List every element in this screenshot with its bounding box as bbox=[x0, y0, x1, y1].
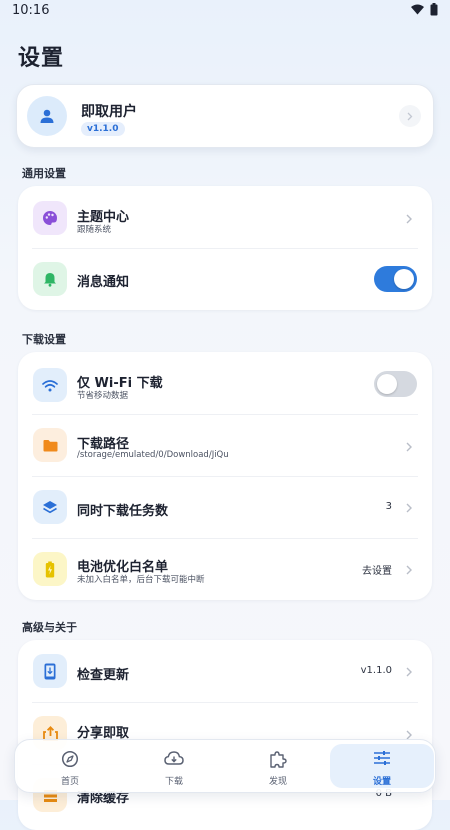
section-header-download: 下载设置 bbox=[22, 333, 66, 346]
sliders-icon bbox=[330, 750, 434, 766]
status-time: 10:16 bbox=[12, 3, 50, 18]
download-path-row[interactable]: 下载路径 /storage/emulated/0/Download/JiQu bbox=[18, 414, 432, 476]
wifi-only-subtitle: 节省移动数据 bbox=[77, 391, 129, 401]
section-header-advanced: 高级与关于 bbox=[22, 621, 77, 634]
avatar bbox=[27, 96, 67, 136]
concurrent-tasks-value: 3 bbox=[385, 501, 392, 512]
battery-whitelist-action: 去设置 bbox=[362, 566, 392, 577]
notification-row: 消息通知 bbox=[18, 248, 432, 310]
notification-title: 消息通知 bbox=[77, 275, 130, 290]
bell-icon bbox=[33, 262, 67, 296]
palette-icon bbox=[33, 201, 67, 235]
puzzle-icon bbox=[226, 750, 330, 768]
profile-name: 即取用户 bbox=[81, 104, 137, 120]
chevron-right-icon bbox=[407, 112, 413, 120]
battery-whitelist-row[interactable]: 电池优化白名单 未加入白名单，后台下载可能中断 去设置 bbox=[18, 538, 432, 600]
battery-icon bbox=[430, 3, 438, 16]
page-title: 设置 bbox=[18, 46, 65, 71]
profile-chevron-button[interactable] bbox=[399, 105, 421, 127]
bottom-nav: 首页 下载 发现 设置 bbox=[14, 739, 436, 793]
chevron-right-icon bbox=[406, 503, 412, 513]
chevron-right-icon bbox=[406, 667, 412, 677]
wifi-only-row: 仅 Wi-Fi 下载 节省移动数据 bbox=[18, 352, 432, 414]
check-update-title: 检查更新 bbox=[77, 668, 130, 683]
download-settings-card: 仅 Wi-Fi 下载 节省移动数据 下载路径 /storage/emulated… bbox=[18, 352, 432, 600]
nav-download[interactable]: 下载 bbox=[122, 744, 226, 788]
chevron-right-icon bbox=[406, 214, 412, 224]
general-settings-card: 主题中心 跟随系统 消息通知 bbox=[18, 186, 432, 310]
user-icon bbox=[40, 109, 54, 123]
phone-update-icon bbox=[33, 654, 67, 688]
compass-icon bbox=[18, 750, 122, 768]
folder-icon bbox=[33, 428, 67, 462]
nav-home-label: 首页 bbox=[60, 777, 79, 787]
chevron-right-icon bbox=[406, 442, 412, 452]
toggle-knob bbox=[394, 269, 414, 289]
nav-settings[interactable]: 设置 bbox=[330, 744, 434, 788]
status-bar: 10:16 bbox=[0, 0, 450, 22]
cloud-download-icon bbox=[122, 750, 226, 766]
theme-center-subtitle: 跟随系统 bbox=[77, 225, 112, 235]
chevron-right-icon bbox=[406, 565, 412, 575]
wifi-only-toggle[interactable] bbox=[374, 371, 417, 397]
version-badge: v1.1.0 bbox=[81, 122, 125, 136]
download-path-value: /storage/emulated/0/Download/JiQu bbox=[77, 450, 229, 460]
profile-card[interactable]: 即取用户 v1.1.0 bbox=[16, 84, 434, 148]
nav-discover[interactable]: 发现 bbox=[226, 744, 330, 788]
advanced-settings-card: 检查更新 v1.1.0 分享即取 清除缓存 0 B bbox=[18, 640, 432, 830]
status-icons bbox=[411, 3, 438, 16]
battery-whitelist-subtitle: 未加入白名单，后台下载可能中断 bbox=[77, 575, 205, 585]
nav-discover-label: 发现 bbox=[268, 777, 287, 787]
nav-home[interactable]: 首页 bbox=[18, 744, 122, 788]
layers-icon bbox=[33, 490, 67, 524]
wifi-icon bbox=[33, 368, 67, 402]
concurrent-tasks-row[interactable]: 同时下载任务数 3 bbox=[18, 476, 432, 538]
battery-charging-icon bbox=[33, 552, 67, 586]
nav-settings-label: 设置 bbox=[372, 777, 391, 787]
check-update-row[interactable]: 检查更新 v1.1.0 bbox=[18, 640, 432, 702]
toggle-knob bbox=[377, 374, 397, 394]
theme-center-row[interactable]: 主题中心 跟随系统 bbox=[18, 186, 432, 248]
concurrent-tasks-title: 同时下载任务数 bbox=[77, 504, 169, 519]
nav-download-label: 下载 bbox=[164, 777, 183, 787]
notification-toggle[interactable] bbox=[374, 266, 417, 292]
section-header-general: 通用设置 bbox=[22, 167, 66, 180]
wifi-signal-icon bbox=[411, 4, 424, 15]
check-update-version: v1.1.0 bbox=[360, 665, 392, 676]
